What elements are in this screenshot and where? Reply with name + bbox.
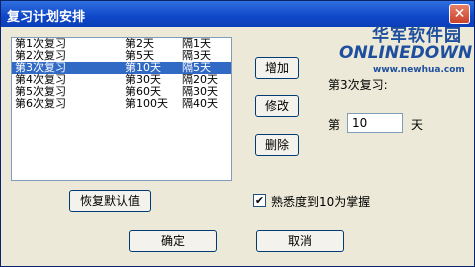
cancel-button[interactable]: 取消 xyxy=(256,230,344,252)
review-schedule-list[interactable]: 第1次复习 第2天 隔1天 第2次复习 第5天 隔3天 第3次复习 第10天 隔… xyxy=(11,37,232,181)
review-day: 第100天 xyxy=(125,97,168,110)
dialog-window: 复习计划安排 ✕ 第1次复习 第2天 隔1天 第2次复习 第5天 隔3天 第3次… xyxy=(0,0,475,267)
close-icon: ✕ xyxy=(453,6,466,22)
restore-default-button[interactable]: 恢复默认值 xyxy=(69,190,151,212)
day-input[interactable]: 10 xyxy=(347,113,403,133)
delete-button[interactable]: 删除 xyxy=(255,134,299,156)
modify-button[interactable]: 修改 xyxy=(255,95,299,117)
watermark-logo: 华军软件园 ONLINEDOWN www.newhua.com xyxy=(339,21,473,83)
day-prefix-label: 第 xyxy=(328,118,341,132)
add-button[interactable]: 增加 xyxy=(255,57,299,79)
list-item[interactable]: 第6次复习 第100天 隔40天 xyxy=(12,98,231,110)
review-name: 第6次复习 xyxy=(15,97,66,110)
window-title: 复习计划安排 xyxy=(7,10,86,25)
ok-button[interactable]: 确定 xyxy=(129,230,217,252)
day-suffix-label: 天 xyxy=(411,118,424,132)
detail-heading: 第3次复习: xyxy=(328,78,388,92)
watermark-url: www.newhua.com xyxy=(373,65,465,75)
check-icon: ✔ xyxy=(254,194,265,207)
review-interval: 隔40天 xyxy=(182,97,218,110)
mastery-checkbox[interactable]: ✔ xyxy=(253,194,266,207)
mastery-checkbox-label: 熟悉度到10为掌握 xyxy=(271,195,371,209)
watermark-en: ONLINEDOWN xyxy=(339,43,473,63)
